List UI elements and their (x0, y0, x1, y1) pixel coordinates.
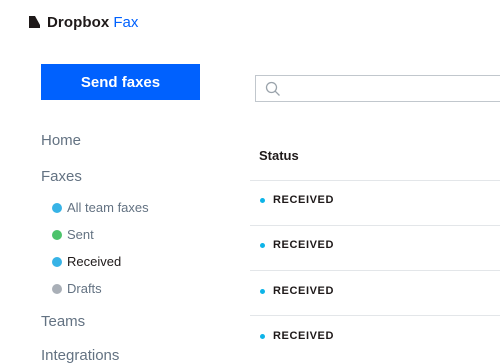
status-dot-icon (52, 229, 62, 240)
search-icon (265, 81, 280, 96)
status-text: RECEIVED (273, 239, 335, 251)
status-column-header[interactable]: Status (259, 148, 299, 163)
send-faxes-button[interactable]: Send faxes (41, 64, 200, 100)
sidebar-item-all-team-faxes[interactable]: All team faxes (52, 200, 149, 215)
sidebar-item-sent[interactable]: Sent (52, 227, 94, 242)
search-input[interactable] (286, 76, 500, 103)
sidebar-item-integrations[interactable]: Integrations (41, 347, 119, 364)
dropbox-fax-logo[interactable]: Dropbox Fax (27, 12, 138, 32)
received-dot-icon (260, 242, 265, 248)
sidebar-item-faxes[interactable]: Faxes (41, 168, 82, 185)
sidebar-item-label: Received (67, 254, 122, 269)
received-dot-icon (260, 333, 265, 339)
sidebar-item-label: Sent (67, 227, 94, 242)
dropbox-logo-icon (29, 16, 40, 28)
row-divider (250, 225, 500, 226)
status-dot-icon (52, 283, 62, 294)
status-dot-icon (52, 202, 62, 213)
table-row[interactable]: RECEIVED (260, 285, 334, 297)
sidebar-item-label: All team faxes (67, 200, 149, 215)
sidebar-item-home[interactable]: Home (41, 132, 81, 149)
sidebar-item-label: Drafts (67, 281, 102, 296)
status-dot-icon (52, 256, 62, 267)
row-divider (250, 315, 500, 316)
status-text: RECEIVED (273, 285, 335, 297)
received-dot-icon (260, 197, 265, 203)
logo-product-text: Fax (113, 13, 139, 31)
search-box[interactable] (255, 75, 500, 103)
status-text: RECEIVED (273, 194, 335, 206)
received-dot-icon (260, 288, 265, 294)
row-divider (250, 270, 500, 271)
table-row[interactable]: RECEIVED (260, 194, 334, 206)
sidebar-item-drafts[interactable]: Drafts (52, 281, 102, 296)
logo-brand-text: Dropbox (47, 13, 110, 31)
status-text: RECEIVED (273, 330, 335, 342)
table-row[interactable]: RECEIVED (260, 330, 334, 342)
row-divider (250, 180, 500, 181)
sidebar-item-received[interactable]: Received (52, 254, 121, 269)
sidebar-item-teams[interactable]: Teams (41, 313, 85, 330)
table-row[interactable]: RECEIVED (260, 239, 334, 251)
